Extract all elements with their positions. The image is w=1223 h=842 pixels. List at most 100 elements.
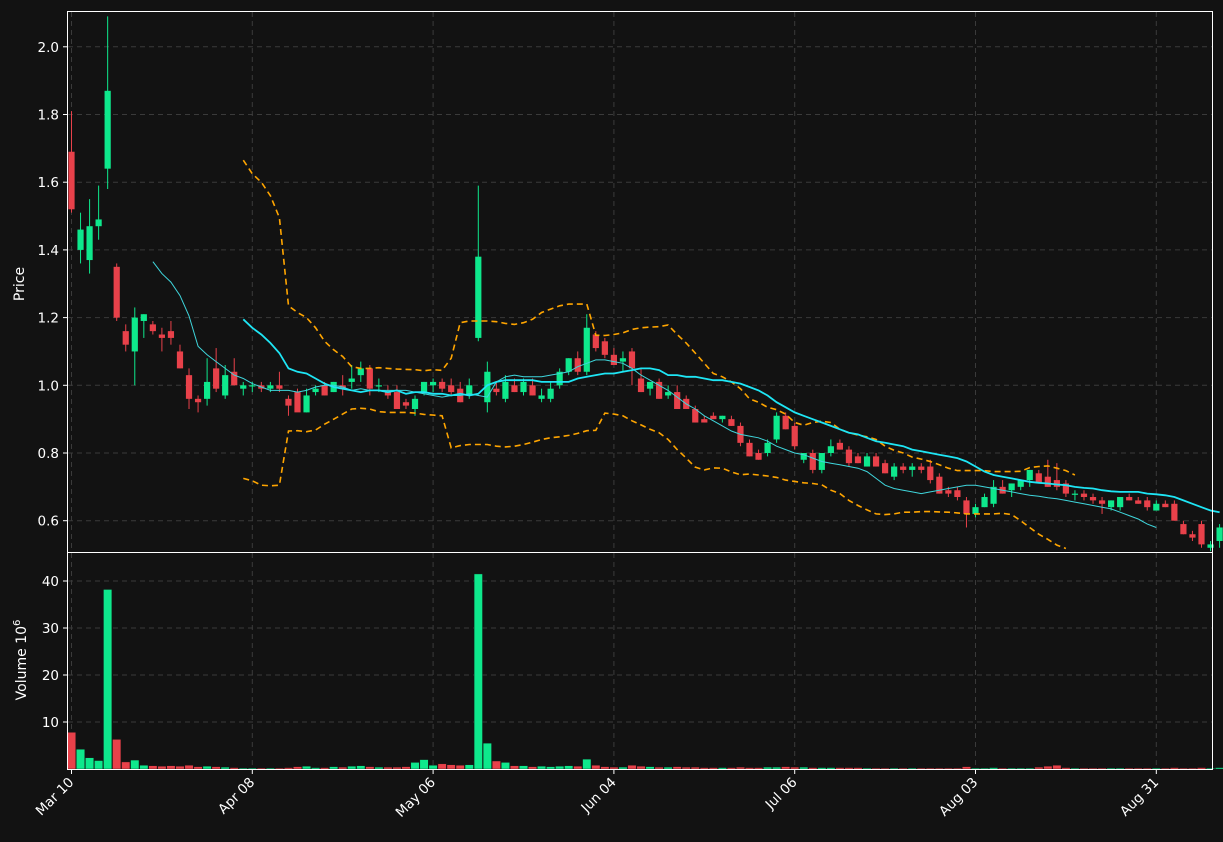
chart-background — [0, 0, 1223, 842]
volume-bar — [229, 767, 239, 770]
candle-body — [375, 385, 382, 387]
candle-body — [909, 466, 916, 470]
volume-bar — [202, 765, 212, 770]
volume-bar — [1151, 767, 1161, 770]
candle-body — [167, 331, 175, 338]
price-tick-label: 1.6 — [38, 175, 59, 191]
candle-body — [755, 453, 762, 460]
volume-bar — [220, 766, 230, 770]
candle-body — [809, 453, 816, 470]
volume-axis-label: Volume 106 — [12, 620, 30, 701]
candle-body — [918, 466, 925, 470]
candle-body — [140, 314, 147, 321]
volume-bar — [211, 766, 221, 770]
candle-body — [77, 229, 84, 250]
volume-bar — [103, 589, 113, 770]
volume-bar — [555, 765, 565, 770]
volume-bar — [166, 765, 176, 770]
candle-body — [420, 381, 428, 393]
candle-body — [1144, 500, 1151, 508]
candle-body — [592, 334, 599, 349]
volume-axis-label-exponent: 6 — [12, 620, 23, 626]
volume-bar — [1169, 767, 1179, 770]
volume-bar — [799, 766, 809, 770]
candle-body — [882, 463, 889, 474]
candle-body — [303, 395, 310, 413]
volume-bar — [1197, 767, 1206, 770]
candle-body — [1153, 503, 1160, 511]
candle-body — [574, 358, 581, 372]
volume-bar — [121, 761, 131, 770]
volume-tick-label: 30 — [42, 621, 59, 637]
volume-bar — [736, 766, 745, 770]
volume-bar — [546, 766, 556, 770]
volume-bar — [916, 767, 926, 770]
candle-body — [1108, 500, 1115, 508]
volume-bar — [727, 767, 736, 770]
volume-bar — [519, 765, 528, 770]
volume-bar — [1007, 767, 1017, 770]
volume-bar — [1034, 766, 1044, 770]
candle-body — [782, 415, 789, 430]
volume-bar — [826, 767, 836, 770]
volume-bar — [455, 765, 465, 770]
volume-bar — [510, 765, 519, 770]
volume-bar — [410, 762, 420, 770]
price-tick-label: 1.4 — [38, 243, 59, 259]
volume-bar — [76, 749, 85, 770]
candle-body — [728, 419, 735, 426]
price-axis-label: Price — [12, 267, 28, 301]
volume-bar — [1142, 767, 1152, 770]
volume-bar — [880, 767, 890, 770]
volume-bar — [437, 763, 447, 770]
candle-body — [185, 375, 193, 399]
volume-bar — [1025, 767, 1035, 770]
candle-body — [538, 395, 545, 399]
candle-body — [357, 368, 364, 376]
candle-body — [547, 388, 554, 399]
volume-bar — [953, 767, 962, 770]
candle-body — [95, 219, 102, 227]
volume-bar — [781, 766, 791, 770]
candle-body — [963, 500, 970, 514]
volume-bar — [772, 766, 782, 770]
candle-body — [1089, 497, 1097, 501]
volume-bar — [329, 766, 339, 770]
candle-body — [1080, 493, 1088, 498]
candle-body — [68, 151, 75, 210]
volume-bar — [989, 767, 998, 770]
candle-body — [646, 381, 654, 389]
volume-bar — [962, 766, 971, 770]
volume-bar — [998, 767, 1008, 770]
candle-body — [863, 456, 871, 467]
volume-bar — [275, 767, 284, 770]
candle-body — [393, 392, 401, 409]
volume-bar — [1206, 767, 1215, 770]
candle-body — [1008, 483, 1015, 491]
candle-body — [1135, 500, 1142, 504]
candle-body — [502, 381, 509, 399]
candle-body — [285, 398, 292, 406]
volume-bar — [392, 766, 402, 770]
volume-bar — [464, 764, 474, 770]
volume-bar — [654, 766, 664, 770]
volume-bar — [528, 766, 537, 770]
volume-bar — [627, 765, 637, 770]
volume-bar — [600, 766, 610, 770]
volume-bar — [1097, 767, 1107, 770]
candle-body — [1189, 534, 1196, 538]
candle-body — [565, 358, 572, 372]
volume-bar — [618, 766, 628, 770]
volume-bar — [67, 732, 76, 770]
volume-bar — [1079, 767, 1089, 770]
volume-bar — [835, 767, 845, 770]
volume-bar — [537, 765, 546, 770]
candle-body — [439, 381, 446, 389]
candle-body — [267, 385, 274, 389]
volume-bar — [717, 767, 727, 770]
volume-bar — [482, 742, 492, 770]
candle-body — [249, 385, 256, 387]
volume-bar — [94, 760, 104, 770]
candle-body — [1198, 524, 1205, 545]
volume-bar — [1061, 767, 1071, 770]
